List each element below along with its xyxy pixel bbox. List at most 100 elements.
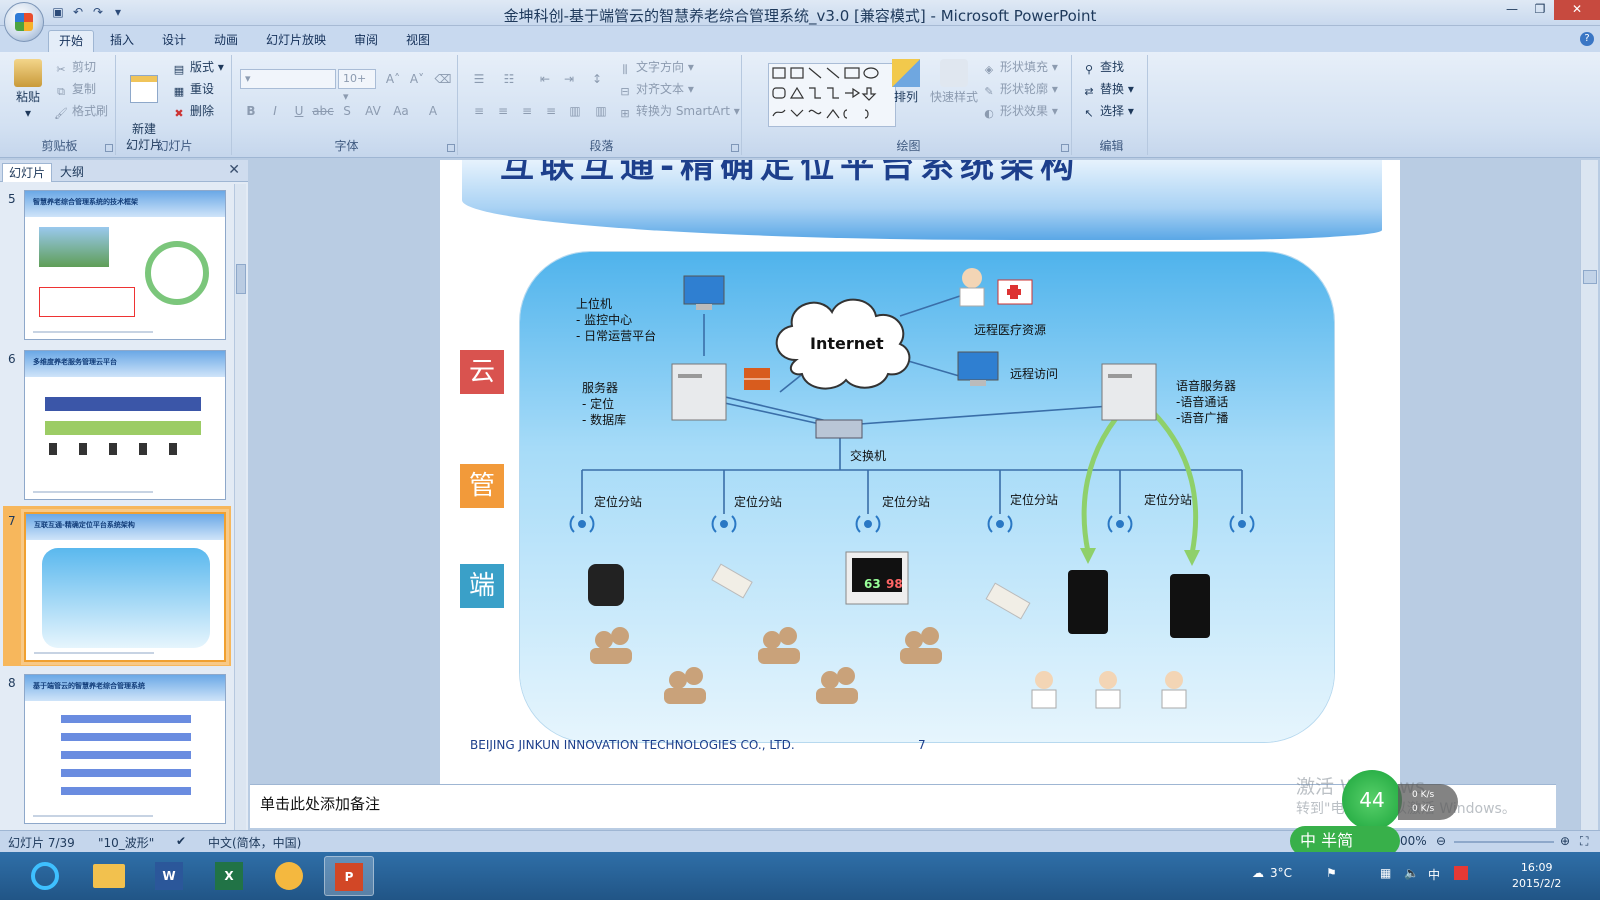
format-painter-button[interactable]: 🖌 格式刷 bbox=[54, 101, 108, 121]
increase-indent-button[interactable]: ⇥ bbox=[558, 69, 580, 89]
justify-button[interactable]: ≡ bbox=[540, 101, 562, 121]
align-center-button[interactable]: ≡ bbox=[492, 101, 514, 121]
copy-button[interactable]: ⧉ 复制 bbox=[54, 79, 96, 99]
shapes-gallery[interactable] bbox=[768, 63, 896, 127]
strikethrough-button[interactable]: abc bbox=[312, 101, 334, 121]
bold-button[interactable]: B bbox=[240, 101, 262, 121]
nurse-group-icon bbox=[1031, 671, 1187, 709]
italic-button[interactable]: I bbox=[264, 101, 286, 121]
dialog-launcher-icon[interactable] bbox=[105, 144, 113, 152]
font-size-combo[interactable]: 10+ ▾ bbox=[338, 69, 376, 103]
app-tray-icon[interactable] bbox=[1454, 866, 1468, 880]
tab-slideshow[interactable]: 幻灯片放映 bbox=[256, 30, 336, 52]
grow-font-button[interactable]: A˄ bbox=[382, 69, 404, 89]
font-color-button[interactable]: A bbox=[422, 101, 444, 121]
shrink-font-button[interactable]: A˅ bbox=[406, 69, 428, 89]
shape-effects-button[interactable]: ◐ 形状效果 ▾ bbox=[982, 101, 1058, 121]
thumbnail-icons bbox=[49, 443, 199, 455]
align-right-button[interactable]: ≡ bbox=[516, 101, 538, 121]
shape-outline-button[interactable]: ✎ 形状轮廓 ▾ bbox=[982, 79, 1057, 99]
file-explorer-icon[interactable] bbox=[84, 856, 134, 896]
tier-pipe-box[interactable]: 管 bbox=[460, 464, 504, 508]
dialog-launcher-icon[interactable] bbox=[1061, 144, 1069, 152]
text-direction-button[interactable]: ⫼ 文字方向 ▾ bbox=[618, 57, 693, 77]
replace-button[interactable]: ⇄ 替换 ▾ bbox=[1082, 79, 1133, 99]
quick-styles-button[interactable]: 快速样式 bbox=[928, 59, 980, 105]
excel-icon[interactable]: X bbox=[204, 856, 254, 896]
network-icon[interactable]: ▦ bbox=[1380, 866, 1391, 880]
reset-button[interactable]: ▦ 重设 bbox=[172, 79, 214, 99]
slide-canvas[interactable]: 互联互通-精确定位平台系统架构 云 管 端 Internet 63 98 上位机… bbox=[440, 160, 1400, 800]
dialog-launcher-icon[interactable] bbox=[731, 144, 739, 152]
outlook-icon[interactable] bbox=[264, 856, 314, 896]
decrease-indent-button[interactable]: ⇤ bbox=[534, 69, 556, 89]
zoom-out-icon[interactable]: ⊖ bbox=[1436, 834, 1446, 848]
restore-button[interactable]: ❐ bbox=[1526, 0, 1554, 20]
tier-end-box[interactable]: 端 bbox=[460, 564, 504, 608]
cut-button[interactable]: ✂ 剪切 bbox=[54, 57, 96, 77]
flag-icon[interactable]: ⚑ bbox=[1326, 866, 1337, 880]
smartart-button[interactable]: ⊞ 转换为 SmartArt ▾ bbox=[618, 101, 739, 121]
change-case-button[interactable]: Aa bbox=[390, 101, 412, 121]
select-button[interactable]: ↖ 选择 ▾ bbox=[1082, 101, 1133, 121]
zoom-slider[interactable] bbox=[1454, 841, 1554, 843]
shadow-button[interactable]: S bbox=[336, 101, 358, 121]
align-left-button[interactable]: ≡ bbox=[468, 101, 490, 121]
ie-icon[interactable] bbox=[20, 856, 70, 896]
slide-thumbnail[interactable]: 智慧养老综合管理系统的技术框架 bbox=[24, 190, 226, 340]
dialog-launcher-icon[interactable] bbox=[447, 144, 455, 152]
tab-view[interactable]: 视图 bbox=[396, 30, 440, 52]
layout-button[interactable]: ▤ 版式 ▾ bbox=[172, 57, 224, 77]
clear-format-button[interactable]: ⌫ bbox=[432, 69, 454, 89]
paste-button[interactable]: 粘贴 ▾ bbox=[8, 59, 48, 121]
align-text-button[interactable]: ⊟ 对齐文本 ▾ bbox=[618, 79, 693, 99]
close-button[interactable]: ✕ bbox=[1554, 0, 1600, 20]
distribute-button[interactable]: ▥ bbox=[564, 101, 586, 121]
tab-review[interactable]: 审阅 bbox=[344, 30, 388, 52]
pane-scrollbar[interactable] bbox=[234, 184, 246, 830]
numbering-button[interactable]: ☷ bbox=[498, 69, 520, 89]
zoom-level[interactable]: 00% bbox=[1400, 834, 1427, 848]
tab-insert[interactable]: 插入 bbox=[100, 30, 144, 52]
minimize-button[interactable]: — bbox=[1498, 0, 1526, 20]
slide-thumbnail[interactable]: 多维度养老服务管理云平台 bbox=[24, 350, 226, 500]
slide-title[interactable]: 互联互通-精确定位平台系统架构 bbox=[500, 160, 1080, 187]
delete-slide-button[interactable]: ✖ 删除 bbox=[172, 101, 214, 121]
input-language[interactable]: 中 bbox=[1428, 866, 1440, 883]
char-spacing-button[interactable]: AV bbox=[362, 101, 384, 121]
font-name-combo[interactable]: ▾ bbox=[240, 69, 336, 89]
slide-thumbnail[interactable]: 基于端管云的智慧养老综合管理系统 bbox=[24, 674, 226, 824]
group-label: 字体 bbox=[334, 139, 359, 153]
voice-server-item: -语音广播 bbox=[1176, 411, 1229, 425]
word-icon[interactable]: W bbox=[144, 856, 194, 896]
spellcheck-icon[interactable]: ✔ bbox=[176, 834, 186, 848]
tab-home[interactable]: 开始 bbox=[48, 30, 95, 52]
underline-button[interactable]: U bbox=[288, 101, 310, 121]
close-pane-icon[interactable]: ✕ bbox=[228, 162, 240, 178]
arrange-button[interactable]: 排列 bbox=[886, 59, 926, 105]
powerpoint-icon[interactable]: P bbox=[324, 856, 374, 896]
tab-slides[interactable]: 幻灯片 bbox=[2, 163, 53, 182]
weather-icon[interactable]: ☁ bbox=[1252, 866, 1264, 880]
vertical-scrollbar[interactable] bbox=[1580, 160, 1598, 830]
help-icon[interactable]: ? bbox=[1580, 32, 1594, 46]
columns-button[interactable]: ▥ bbox=[590, 101, 612, 121]
volume-icon[interactable]: 🔈 bbox=[1404, 866, 1419, 880]
thumbnail-list bbox=[61, 715, 191, 805]
tier-cloud-box[interactable]: 云 bbox=[460, 350, 504, 394]
tab-outline[interactable]: 大纲 bbox=[54, 163, 90, 182]
slide-thumbnail-selected[interactable]: 互联互通-精确定位平台系统架构 bbox=[24, 512, 226, 662]
tab-design[interactable]: 设计 bbox=[152, 30, 196, 52]
line-spacing-button[interactable]: ↕ bbox=[586, 69, 608, 89]
clock[interactable]: 16:09 2015/2/2 bbox=[1512, 860, 1561, 892]
find-button[interactable]: ⚲ 查找 bbox=[1082, 57, 1124, 77]
tab-animations[interactable]: 动画 bbox=[204, 30, 248, 52]
network-speed-widget[interactable]: 44 bbox=[1342, 770, 1402, 830]
bullets-button[interactable]: ☰ bbox=[468, 69, 490, 89]
medical-kit-icon bbox=[997, 279, 1033, 305]
shape-fill-button[interactable]: ◈ 形状填充 ▾ bbox=[982, 57, 1058, 77]
zoom-in-icon[interactable]: ⊕ bbox=[1560, 834, 1570, 848]
architecture-diagram[interactable]: Internet 63 98 上位机 - 监控中心 - 日常运营平台 远程医疗资… bbox=[520, 252, 1334, 742]
office-button[interactable] bbox=[4, 2, 44, 42]
fit-slide-icon[interactable]: ⛶ bbox=[1580, 834, 1588, 849]
